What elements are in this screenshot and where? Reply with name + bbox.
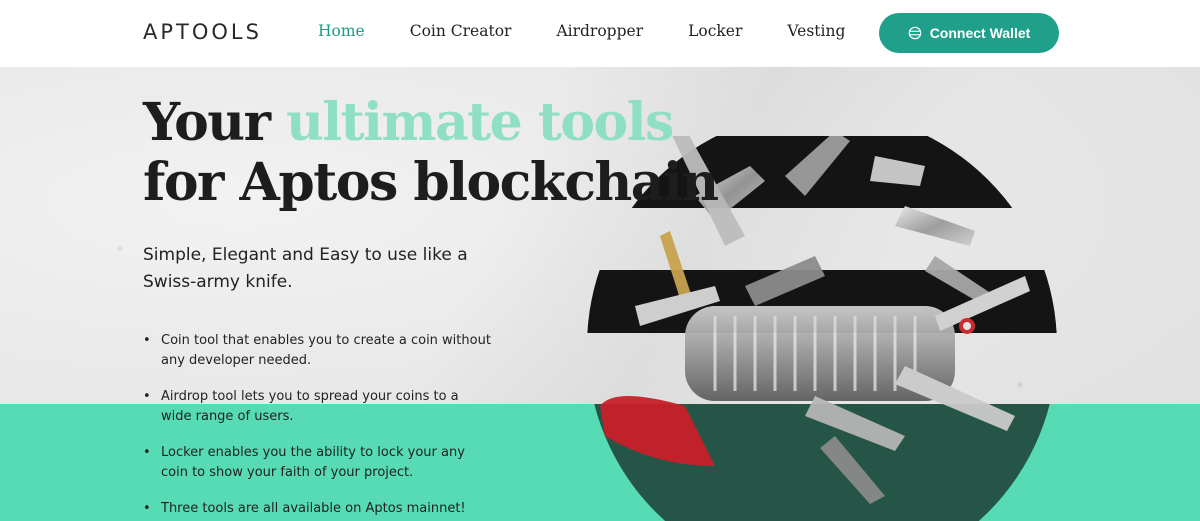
feature-item: Coin tool that enables you to create a c… <box>143 331 493 371</box>
feature-list: Coin tool that enables you to create a c… <box>143 331 493 521</box>
connect-wallet-label: Connect Wallet <box>929 25 1031 41</box>
hero-headline: Your ultimate tools for Aptos blockchain <box>143 92 719 213</box>
feature-item: Airdrop tool lets you to spread your coi… <box>143 387 493 427</box>
hero-subtitle: Simple, Elegant and Easy to use like a S… <box>143 245 468 292</box>
logo[interactable]: APTOOLS <box>143 20 262 44</box>
hero-section: Your ultimate tools for Aptos blockchain… <box>0 67 1200 521</box>
nav-locker[interactable]: Locker <box>688 22 742 40</box>
nav-home[interactable]: Home <box>318 22 365 40</box>
navbar: APTOOLS Home Coin Creator Airdropper Loc… <box>0 0 1200 67</box>
headline-line2: for Aptos blockchain <box>143 152 719 213</box>
globe-icon <box>908 26 921 40</box>
nav-vesting[interactable]: Vesting <box>787 22 845 40</box>
headline-accent: ultimate tools <box>286 92 674 153</box>
nav-airdropper[interactable]: Airdropper <box>556 22 643 40</box>
nav-coin-creator[interactable]: Coin Creator <box>410 22 512 40</box>
feature-item: Locker enables you the ability to lock y… <box>143 443 493 483</box>
headline-part1: Your <box>143 92 287 153</box>
connect-wallet-button[interactable]: Connect Wallet <box>879 13 1059 53</box>
main-nav: Home Coin Creator Airdropper Locker Vest… <box>318 22 890 40</box>
feature-item: Three tools are all available on Aptos m… <box>143 499 493 519</box>
